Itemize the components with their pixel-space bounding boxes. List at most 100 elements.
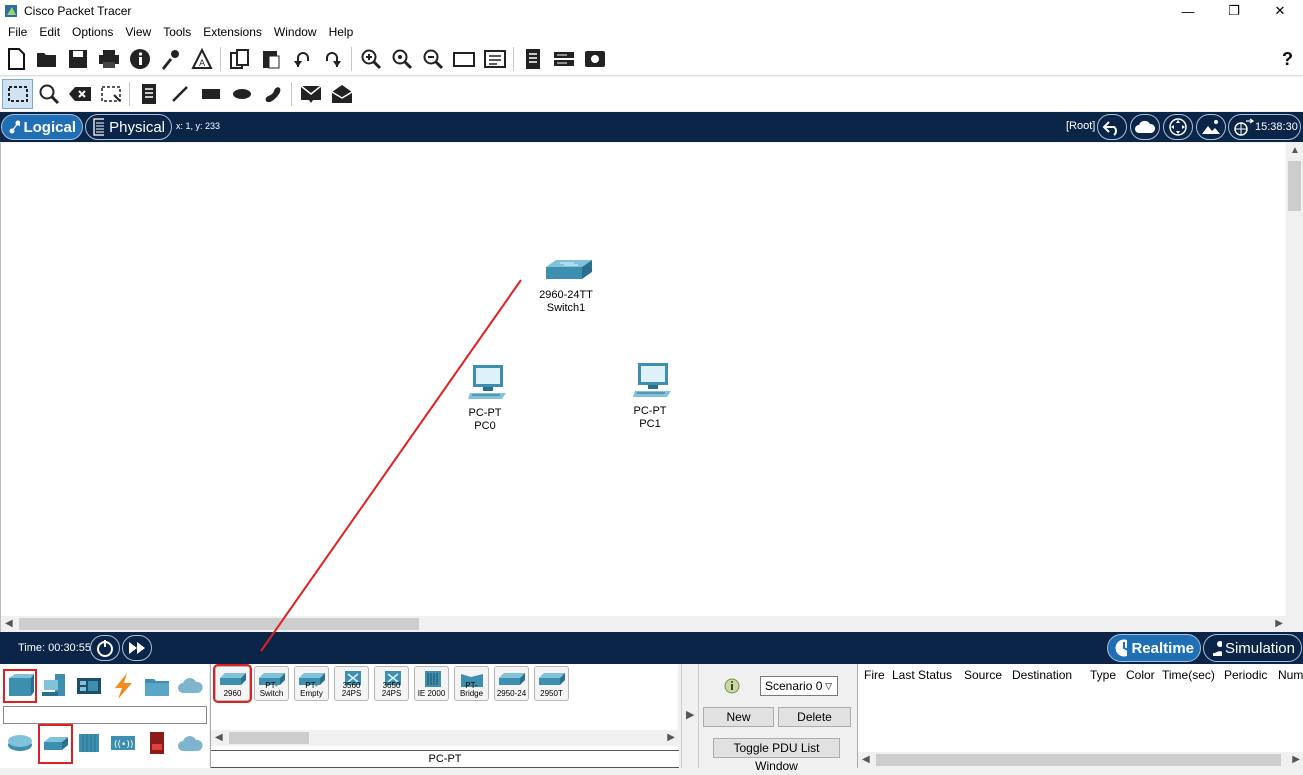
realtime-mode-button[interactable]: Realtime <box>1107 634 1201 662</box>
subcategory-wan-emulation[interactable] <box>176 728 206 758</box>
category-components[interactable] <box>74 671 104 701</box>
power-cycle-button[interactable] <box>90 635 120 661</box>
tab-logical[interactable]: Logical <box>1 114 83 140</box>
model-pt-switch[interactable]: PT-Switch <box>254 666 289 701</box>
model-ie-2000[interactable]: IE 2000 <box>414 666 449 701</box>
new-scenario-button[interactable]: New <box>703 707 774 727</box>
device-pc1[interactable]: PC-PT PC1 <box>622 361 678 431</box>
subcategory-wireless[interactable]: ((•)) <box>108 728 138 758</box>
category-end-devices[interactable] <box>40 671 70 701</box>
pdu-scrollbar[interactable]: ◀ ▶ <box>858 752 1303 768</box>
category-multiuser[interactable] <box>176 671 206 701</box>
open-button[interactable] <box>31 44 62 74</box>
device-template-button[interactable] <box>548 44 579 74</box>
select-button[interactable] <box>2 79 33 109</box>
add-simple-pdu-button[interactable] <box>295 79 326 109</box>
toggle-pdu-list-button[interactable]: Toggle PDU List Window <box>713 738 840 773</box>
model-scroll-thumb[interactable] <box>229 732 309 744</box>
horizontal-scroll-thumb[interactable] <box>19 618 419 630</box>
scroll-up-arrow-icon[interactable]: ▲ <box>1290 145 1300 156</box>
scroll-left-arrow-icon[interactable]: ◀ <box>5 618 13 629</box>
subcategory-security[interactable] <box>142 728 172 758</box>
undo-button[interactable] <box>286 44 317 74</box>
activity-button[interactable]: A <box>186 44 217 74</box>
delete-button[interactable] <box>64 79 95 109</box>
delete-scenario-button[interactable]: Delete <box>778 707 851 727</box>
pdu-scroll-thumb[interactable] <box>876 754 1281 766</box>
vertical-scroll-thumb[interactable] <box>1288 161 1301 211</box>
menu-window[interactable]: Window <box>268 22 323 42</box>
model-3560-24ps[interactable]: 3560 24PS <box>334 666 369 701</box>
category-connections[interactable] <box>108 671 138 701</box>
subcategory-switches[interactable] <box>38 724 73 764</box>
root-breadcrumb[interactable]: [Root] <box>1066 120 1095 132</box>
scroll-right-arrow-icon[interactable]: ▶ <box>1275 618 1283 629</box>
model-pt-empty[interactable]: PT-Empty <box>294 666 329 701</box>
model-pt-bridge[interactable]: PT-Bridge <box>454 666 489 701</box>
subcategory-hubs[interactable] <box>74 728 104 758</box>
logical-workspace[interactable]: 2960-24TT Switch1 PC-PT PC0 PC-PT PC1 ▲ … <box>0 143 1303 632</box>
draw-rectangle-button[interactable] <box>195 79 226 109</box>
help-icon[interactable]: ? <box>1282 42 1293 76</box>
simulation-mode-button[interactable]: Simulation <box>1203 634 1302 662</box>
minimize-button[interactable]: — <box>1165 0 1211 22</box>
workspace-horizontal-scrollbar[interactable]: ◀ ▶ <box>1 616 1287 632</box>
menu-file[interactable]: File <box>2 22 33 42</box>
subcategory-routers[interactable] <box>5 728 35 758</box>
device-switch1[interactable]: 2960-24TT Switch1 <box>535 257 597 315</box>
zoom-out-button[interactable] <box>417 44 448 74</box>
zoom-in-button[interactable] <box>355 44 386 74</box>
menu-options[interactable]: Options <box>66 22 119 42</box>
drawing-palette-button[interactable] <box>448 44 479 74</box>
copy-button[interactable] <box>224 44 255 74</box>
image-button[interactable] <box>579 44 610 74</box>
tab-physical[interactable]: Physical <box>85 114 172 140</box>
category-miscellaneous[interactable] <box>142 671 172 701</box>
new-cluster-button[interactable] <box>1130 114 1160 140</box>
fast-forward-button[interactable] <box>122 635 152 661</box>
place-note-button[interactable] <box>133 79 164 109</box>
expand-arrow-icon[interactable]: ▶ <box>686 708 694 721</box>
redo-button[interactable] <box>317 44 348 74</box>
menu-extensions[interactable]: Extensions <box>197 22 268 42</box>
back-button[interactable] <box>1097 114 1127 140</box>
scroll-right-arrow-icon[interactable]: ▶ <box>1292 754 1300 765</box>
set-background-button[interactable] <box>1196 114 1226 140</box>
info-button[interactable] <box>124 44 155 74</box>
device-pc0[interactable]: PC-PT PC0 <box>457 363 513 433</box>
model-2960[interactable]: 2960 <box>213 664 252 703</box>
freeform-button[interactable] <box>257 79 288 109</box>
menu-view[interactable]: View <box>119 22 157 42</box>
draw-line-button[interactable] <box>164 79 195 109</box>
new-file-button[interactable] <box>0 44 31 74</box>
save-button[interactable] <box>62 44 93 74</box>
model-2950-24[interactable]: 2950-24 <box>494 666 529 701</box>
print-button[interactable] <box>93 44 124 74</box>
model-2950t[interactable]: 2950T <box>534 666 569 701</box>
paste-button[interactable] <box>255 44 286 74</box>
panel-splitter[interactable]: ▶ <box>681 664 699 768</box>
viewport-clock[interactable]: 15:38:30 <box>1228 114 1301 140</box>
custom-devices-button[interactable] <box>479 44 510 74</box>
close-button[interactable]: ✕ <box>1257 0 1303 22</box>
menu-tools[interactable]: Tools <box>157 22 197 42</box>
category-network-devices[interactable] <box>3 669 37 703</box>
scroll-right-arrow-icon[interactable]: ▶ <box>667 732 675 743</box>
menu-help[interactable]: Help <box>323 22 360 42</box>
scroll-left-arrow-icon[interactable]: ◀ <box>215 732 223 743</box>
workspace-vertical-scrollbar[interactable]: ▲ <box>1286 143 1303 632</box>
move-object-button[interactable] <box>1163 114 1193 140</box>
menu-edit[interactable]: Edit <box>33 22 66 42</box>
inspect-button[interactable] <box>33 79 64 109</box>
resize-shape-button[interactable] <box>95 79 126 109</box>
category-search-field[interactable] <box>3 706 207 724</box>
zoom-reset-button[interactable] <box>386 44 417 74</box>
draw-ellipse-button[interactable] <box>226 79 257 109</box>
notes-button[interactable] <box>517 44 548 74</box>
scenario-info-icon[interactable] <box>724 678 740 694</box>
scroll-left-arrow-icon[interactable]: ◀ <box>862 754 870 765</box>
activity-wizard-button[interactable] <box>155 44 186 74</box>
model-scrollbar[interactable]: ◀ ▶ <box>211 730 679 746</box>
model-3650-24ps[interactable]: 3650 24PS <box>374 666 409 701</box>
scenario-select[interactable]: Scenario 0 ▽ <box>760 676 838 696</box>
